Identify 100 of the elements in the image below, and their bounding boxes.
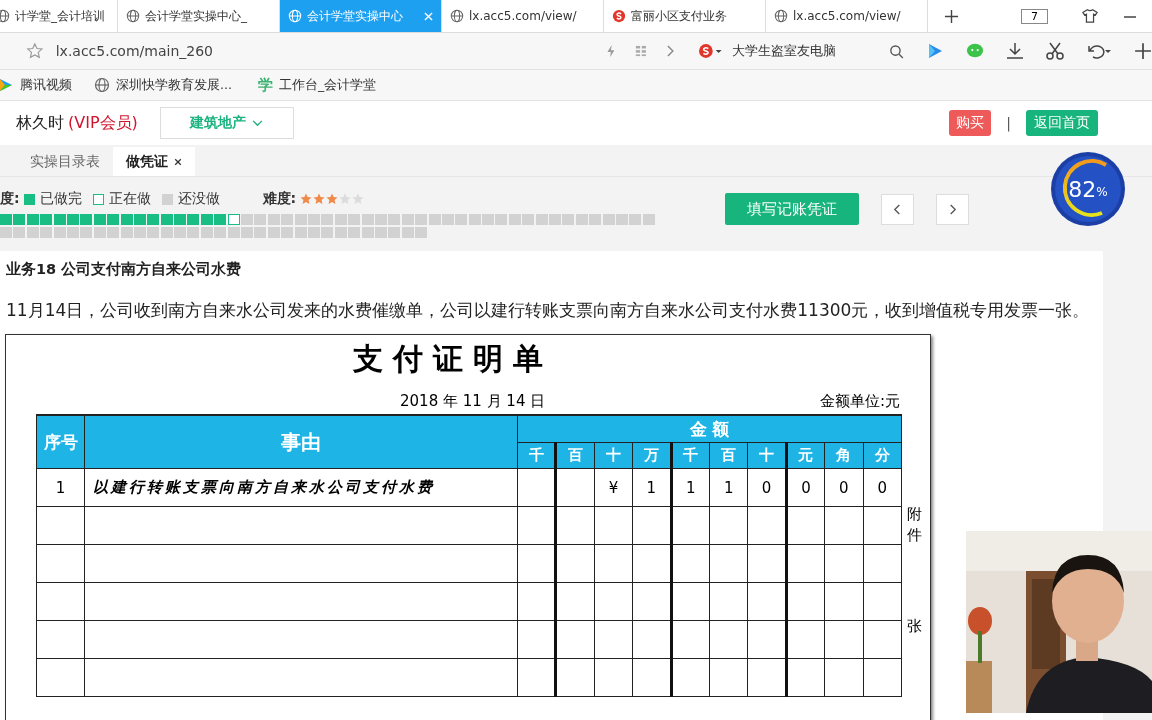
progress-cell[interactable] xyxy=(441,214,454,226)
progress-cell[interactable] xyxy=(174,214,187,226)
progress-cell[interactable] xyxy=(294,226,307,238)
progress-cell[interactable] xyxy=(281,226,294,238)
bookmark-link[interactable]: 工作台_会计学堂 xyxy=(278,76,377,94)
progress-cell[interactable] xyxy=(0,226,12,238)
progress-cell[interactable] xyxy=(267,214,280,226)
progress-cell[interactable] xyxy=(589,214,602,226)
progress-cell[interactable] xyxy=(535,214,548,226)
new-tab-icon[interactable] xyxy=(944,8,959,24)
shirt-icon[interactable] xyxy=(1082,8,1098,24)
progress-cell[interactable] xyxy=(508,214,521,226)
progress-cell[interactable] xyxy=(160,226,173,238)
progress-cell[interactable] xyxy=(308,226,320,238)
undo-icon[interactable] xyxy=(1086,42,1112,60)
bookmark-link[interactable]: 腾讯视频 xyxy=(20,76,72,94)
progress-cell[interactable] xyxy=(615,214,628,226)
progress-cell[interactable] xyxy=(549,214,561,226)
chat-bubble-icon[interactable] xyxy=(966,42,984,60)
progress-cell[interactable] xyxy=(93,226,106,238)
scissors-icon[interactable] xyxy=(1046,42,1064,60)
progress-cell[interactable] xyxy=(160,214,173,226)
progress-cell[interactable] xyxy=(13,214,26,226)
progress-cell[interactable] xyxy=(133,226,146,238)
progress-cell[interactable] xyxy=(294,214,307,226)
progress-cell[interactable] xyxy=(227,214,240,226)
progress-cell[interactable] xyxy=(495,214,508,226)
progress-cell[interactable] xyxy=(187,226,200,238)
progress-cell[interactable] xyxy=(334,214,347,226)
search-engine-icon[interactable] xyxy=(698,43,724,59)
browser-tab[interactable]: lx.acc5.com/view/ xyxy=(442,0,604,32)
search-field[interactable]: 大学生盗室友电脑 xyxy=(731,42,880,60)
progress-cell[interactable] xyxy=(415,214,428,226)
progress-cell[interactable] xyxy=(575,214,588,226)
star-icon[interactable] xyxy=(26,42,44,60)
progress-cell[interactable] xyxy=(334,226,347,238)
progress-cell[interactable] xyxy=(361,226,374,238)
progress-cell[interactable] xyxy=(415,226,428,238)
progress-cell[interactable] xyxy=(374,214,387,226)
progress-cell[interactable] xyxy=(374,226,387,238)
search-icon[interactable] xyxy=(889,43,904,59)
browser-tab[interactable]: 富丽小区支付业务 xyxy=(604,0,766,32)
progress-cell[interactable] xyxy=(254,214,267,226)
progress-cell[interactable] xyxy=(401,214,414,226)
page-tab[interactable]: 实操目录表 xyxy=(17,147,113,176)
progress-cell[interactable] xyxy=(642,214,655,226)
progress-cell[interactable] xyxy=(0,214,12,226)
progress-cell[interactable] xyxy=(241,226,254,238)
progress-cell[interactable] xyxy=(120,226,133,238)
progress-cell[interactable] xyxy=(66,226,79,238)
progress-cell[interactable] xyxy=(428,214,441,226)
progress-cell[interactable] xyxy=(468,214,481,226)
progress-cell[interactable] xyxy=(40,214,53,226)
progress-cell[interactable] xyxy=(401,226,414,238)
progress-cell[interactable] xyxy=(200,226,213,238)
progress-cell[interactable] xyxy=(120,214,133,226)
progress-cell[interactable] xyxy=(348,226,361,238)
progress-cell[interactable] xyxy=(53,214,66,226)
progress-cell[interactable] xyxy=(361,214,374,226)
progress-cell[interactable] xyxy=(522,214,535,226)
progress-cell[interactable] xyxy=(13,226,26,238)
previous-button[interactable] xyxy=(881,193,914,225)
page-tab[interactable]: 做凭证 xyxy=(113,147,195,176)
progress-cell[interactable] xyxy=(214,214,227,226)
progress-cell[interactable] xyxy=(147,226,160,238)
progress-cell[interactable] xyxy=(308,214,320,226)
download-icon[interactable] xyxy=(1006,42,1024,60)
video-icon[interactable] xyxy=(0,77,14,93)
progress-cell[interactable] xyxy=(174,226,187,238)
progress-cell[interactable] xyxy=(388,226,401,238)
progress-cell[interactable] xyxy=(388,214,401,226)
progress-cell[interactable] xyxy=(107,214,120,226)
globe-icon[interactable] xyxy=(94,77,110,93)
progress-cell[interactable] xyxy=(482,214,495,226)
progress-cell[interactable] xyxy=(267,226,280,238)
plus-icon[interactable] xyxy=(1134,42,1152,60)
progress-cell[interactable] xyxy=(321,226,334,238)
progress-cell[interactable] xyxy=(80,214,93,226)
browser-tab[interactable]: lx.acc5.com/view/ xyxy=(766,0,928,32)
tab-count-badge[interactable]: 7 xyxy=(1021,8,1048,24)
progress-cell[interactable] xyxy=(214,226,227,238)
progress-cell[interactable] xyxy=(66,214,79,226)
progress-cell[interactable] xyxy=(629,214,642,226)
progress-cell[interactable] xyxy=(254,226,267,238)
progress-cell[interactable] xyxy=(133,214,146,226)
progress-cell[interactable] xyxy=(80,226,93,238)
next-button[interactable] xyxy=(936,193,969,225)
progress-cell[interactable] xyxy=(93,214,106,226)
progress-cell[interactable] xyxy=(562,214,575,226)
bookmark-link[interactable]: 深圳快学教育发展... xyxy=(116,76,232,94)
progress-cell[interactable] xyxy=(200,214,213,226)
play-icon[interactable] xyxy=(926,42,944,60)
progress-cell[interactable] xyxy=(602,214,615,226)
progress-cell[interactable] xyxy=(241,214,254,226)
progress-cell[interactable] xyxy=(147,214,160,226)
close-icon[interactable] xyxy=(174,157,182,166)
progress-cell[interactable] xyxy=(40,226,53,238)
progress-cell[interactable] xyxy=(107,226,120,238)
progress-cell[interactable] xyxy=(348,214,361,226)
progress-cell[interactable] xyxy=(26,226,39,238)
